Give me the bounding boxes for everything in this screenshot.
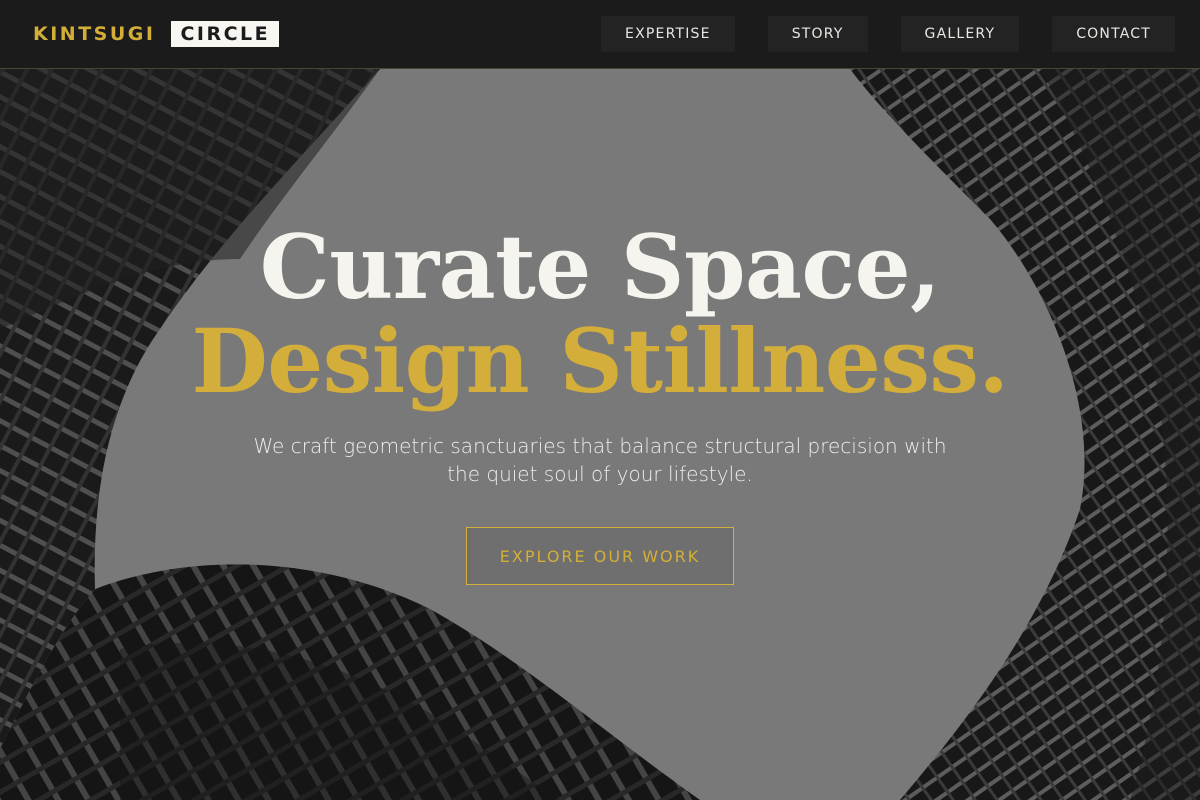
nav-link-expertise[interactable]: EXPERTISE [601,16,735,52]
hero-headline-line2: Design Stillness. [191,309,1009,413]
explore-work-button[interactable]: EXPLORE OUR WORK [466,527,734,585]
hero-subtext: We craft geometric sanctuaries that bala… [253,434,947,486]
nav-link-contact[interactable]: CONTACT [1052,16,1175,52]
hero-headline-line1: Curate Space, [259,215,941,319]
hero-section: Curate Space, Design Stillness. We craft… [0,69,1200,800]
brand-name-primary: KINTSUGI [33,23,156,45]
nav-link-gallery[interactable]: GALLERY [900,16,1020,52]
brand-logo[interactable]: KINTSUGI CIRCLE [33,21,280,47]
hero-content: Curate Space, Design Stillness. We craft… [0,69,1200,800]
brand-name-boxed: CIRCLE [171,21,280,47]
nav-link-story[interactable]: STORY [767,16,868,52]
nav-links: EXPERTISE STORY GALLERY CONTACT [601,16,1175,52]
top-navbar: KINTSUGI CIRCLE EXPERTISE STORY GALLERY … [0,0,1200,69]
